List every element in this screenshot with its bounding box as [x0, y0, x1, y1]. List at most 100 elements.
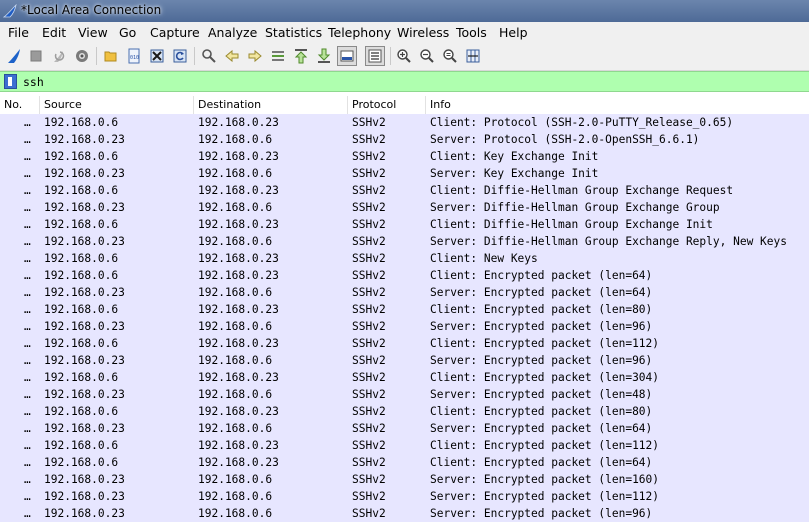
cell-protocol: SSHv2 [352, 439, 386, 452]
menu-edit[interactable]: Edit [41, 24, 67, 41]
table-row[interactable]: … 192.168.0.6 192.168.0.23 SSHv2 Client: Enc… [0, 335, 809, 352]
zoom-in-icon[interactable] [394, 46, 414, 66]
table-row[interactable]: … 192.168.0.6 192.168.0.23 SSHv2 Client: Dif… [0, 216, 809, 233]
menu-tools[interactable]: Tools [455, 24, 488, 41]
cell-no: … [24, 320, 31, 333]
table-row[interactable]: … 192.168.0.6 192.168.0.23 SSHv2 Client: Enc… [0, 301, 809, 318]
column-header-info[interactable]: Info [426, 96, 809, 114]
table-row[interactable]: … 192.168.0.6 192.168.0.23 SSHv2 Client: Enc… [0, 369, 809, 386]
menu-view[interactable]: View [77, 24, 109, 41]
cell-destination: 192.168.0.23 [198, 439, 279, 452]
cell-info: Server: Encrypted packet (len=160) [430, 473, 660, 486]
table-row[interactable]: … 192.168.0.6 192.168.0.23 SSHv2 Client: Enc… [0, 403, 809, 420]
cell-no: … [24, 167, 31, 180]
resize-columns-icon[interactable] [463, 46, 483, 66]
table-row[interactable]: … 192.168.0.6 192.168.0.23 SSHv2 Client: Enc… [0, 454, 809, 471]
autoscroll-icon[interactable] [337, 46, 357, 66]
table-row[interactable]: … 192.168.0.23 192.168.0.6 SSHv2 Server: Enc… [0, 488, 809, 505]
zoom-normal-icon[interactable] [440, 46, 460, 66]
cell-destination: 192.168.0.23 [198, 405, 279, 418]
table-row[interactable]: … 192.168.0.23 192.168.0.6 SSHv2 Server: Enc… [0, 505, 809, 522]
table-row[interactable]: … 192.168.0.23 192.168.0.6 SSHv2 Server: Enc… [0, 471, 809, 488]
table-row[interactable]: … 192.168.0.23 192.168.0.6 SSHv2 Server: Enc… [0, 352, 809, 369]
menu-telephony[interactable]: Telephony [327, 24, 392, 41]
cell-no: … [24, 456, 31, 469]
table-row[interactable]: … 192.168.0.6 192.168.0.23 SSHv2 Client: Key… [0, 148, 809, 165]
open-folder-icon[interactable] [101, 46, 121, 66]
cell-no: … [24, 388, 31, 401]
toolbar-separator [194, 47, 195, 65]
cell-destination: 192.168.0.23 [198, 184, 279, 197]
cell-info: Server: Encrypted packet (len=96) [430, 507, 653, 520]
table-row[interactable]: … 192.168.0.23 192.168.0.6 SSHv2 Server: Dif… [0, 233, 809, 250]
shark-fin-start-icon[interactable] [4, 46, 24, 66]
cell-protocol: SSHv2 [352, 303, 386, 316]
first-packet-icon[interactable] [291, 46, 311, 66]
cell-source: 192.168.0.23 [44, 235, 125, 248]
close-file-icon[interactable] [147, 46, 167, 66]
display-filter-input[interactable] [20, 73, 806, 90]
cell-destination: 192.168.0.6 [198, 167, 273, 180]
cell-info: Client: Encrypted packet (len=112) [430, 337, 660, 350]
packet-list: … 192.168.0.6 192.168.0.23 SSHv2 Client: Pro… [0, 114, 809, 522]
column-header-source[interactable]: Source [40, 96, 194, 114]
cell-protocol: SSHv2 [352, 490, 386, 503]
bookmark-icon[interactable] [4, 74, 17, 89]
table-row[interactable]: … 192.168.0.6 192.168.0.23 SSHv2 Client: New… [0, 250, 809, 267]
cell-info: Client: Diffie-Hellman Group Exchange Re… [430, 184, 734, 197]
back-icon[interactable] [222, 46, 242, 66]
open-file-icon[interactable]: 010 [124, 46, 144, 66]
cell-source: 192.168.0.6 [44, 150, 119, 163]
menu-analyze[interactable]: Analyze [207, 24, 258, 41]
table-row[interactable]: … 192.168.0.23 192.168.0.6 SSHv2 Server: Enc… [0, 318, 809, 335]
menu-go[interactable]: Go [118, 24, 137, 41]
table-row[interactable]: … 192.168.0.23 192.168.0.6 SSHv2 Server: Enc… [0, 420, 809, 437]
table-row[interactable]: … 192.168.0.23 192.168.0.6 SSHv2 Server: Key… [0, 165, 809, 182]
column-header-no[interactable]: No. [0, 96, 40, 114]
zoom-out-icon[interactable] [417, 46, 437, 66]
find-icon[interactable] [199, 46, 219, 66]
menu-wireless[interactable]: Wireless [396, 24, 450, 41]
forward-icon[interactable] [245, 46, 265, 66]
cell-info: Server: Encrypted packet (len=96) [430, 320, 653, 333]
cell-protocol: SSHv2 [352, 286, 386, 299]
menu-help[interactable]: Help [498, 24, 529, 41]
table-row[interactable]: … 192.168.0.6 192.168.0.23 SSHv2 Client: Enc… [0, 267, 809, 284]
table-row[interactable]: … 192.168.0.23 192.168.0.6 SSHv2 Server: Enc… [0, 284, 809, 301]
cell-source: 192.168.0.6 [44, 439, 119, 452]
colorize-icon[interactable] [365, 46, 385, 66]
cell-no: … [24, 473, 31, 486]
cell-no: … [24, 116, 31, 129]
menu-statistics[interactable]: Statistics [264, 24, 323, 41]
column-header-protocol[interactable]: Protocol [348, 96, 426, 114]
table-row[interactable]: … 192.168.0.23 192.168.0.6 SSHv2 Server: Pro… [0, 131, 809, 148]
table-row[interactable]: … 192.168.0.6 192.168.0.23 SSHv2 Client: Pro… [0, 114, 809, 131]
menu-capture[interactable]: Capture [149, 24, 201, 41]
cell-destination: 192.168.0.6 [198, 133, 273, 146]
capture-options-icon[interactable] [72, 46, 92, 66]
table-row[interactable]: … 192.168.0.23 192.168.0.6 SSHv2 Server: Dif… [0, 199, 809, 216]
table-row[interactable]: … 192.168.0.6 192.168.0.23 SSHv2 Client: Enc… [0, 437, 809, 454]
cell-no: … [24, 371, 31, 384]
cell-destination: 192.168.0.23 [198, 456, 279, 469]
cell-protocol: SSHv2 [352, 422, 386, 435]
cell-destination: 192.168.0.23 [198, 303, 279, 316]
cell-no: … [24, 252, 31, 265]
cell-destination: 192.168.0.6 [198, 490, 273, 503]
table-row[interactable]: … 192.168.0.23 192.168.0.6 SSHv2 Server: Enc… [0, 386, 809, 403]
cell-destination: 192.168.0.6 [198, 354, 273, 367]
cell-no: … [24, 439, 31, 452]
cell-source: 192.168.0.6 [44, 371, 119, 384]
last-packet-icon[interactable] [314, 46, 334, 66]
menu-file[interactable]: File [7, 24, 30, 41]
reload-icon[interactable] [170, 46, 190, 66]
go-to-packet-icon[interactable] [268, 46, 288, 66]
cell-source: 192.168.0.6 [44, 456, 119, 469]
table-row[interactable]: … 192.168.0.6 192.168.0.23 SSHv2 Client: Dif… [0, 182, 809, 199]
cell-protocol: SSHv2 [352, 320, 386, 333]
cell-source: 192.168.0.23 [44, 167, 125, 180]
restart-icon[interactable] [49, 46, 69, 66]
cell-protocol: SSHv2 [352, 218, 386, 231]
column-header-destination[interactable]: Destination [194, 96, 348, 114]
stop-icon[interactable] [26, 46, 46, 66]
